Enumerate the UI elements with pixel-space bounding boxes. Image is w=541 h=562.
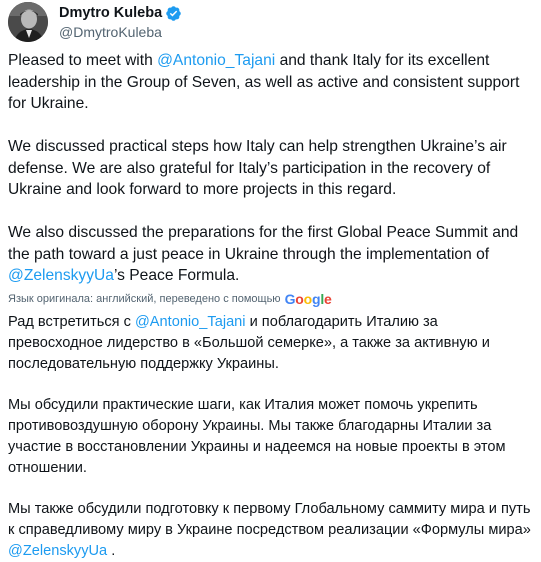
mention-link[interactable]: @Antonio_Tajani [135,314,246,330]
original-paragraph-2: We discussed practical steps how Italy c… [8,138,507,198]
name-row: Dmytro Kuleba [59,4,182,23]
text-segment: Рад встретиться с [8,314,135,330]
google-logo[interactable]: Google [285,291,332,307]
mention-link[interactable]: @ZelenskyyUa [8,267,114,284]
tweet: Dmytro Kuleba @DmytroKuleba Pleased to m… [0,0,541,559]
mention-link[interactable]: @ZelenskyyUa [8,543,107,559]
translated-paragraph-2: Мы обсудили практические шаги, как Итали… [8,397,506,476]
verified-badge-icon[interactable] [165,5,182,22]
author-names: Dmytro Kuleba @DmytroKuleba [59,4,182,41]
text-segment: . [107,542,116,559]
avatar[interactable] [8,2,48,42]
translated-paragraph-1: Рад встретиться с @Antonio_Tajani и побл… [8,312,533,374]
avatar-photo [8,2,48,42]
text-segment: We also discussed the preparations for t… [8,224,519,263]
text-segment: Pleased to meet with [8,52,158,69]
original-paragraph-3: We also discussed the preparations for t… [8,222,533,287]
display-name[interactable]: Dmytro Kuleba [59,5,162,21]
tweet-header: Dmytro Kuleba @DmytroKuleba [8,2,182,42]
translated-paragraph-3: Мы также обсудили подготовку к первому Г… [8,499,533,561]
text-segment: ’s Peace Formula. [113,267,240,284]
translation-note: Язык оригинала: английский, переведено с… [8,291,332,307]
text-segment: Мы также обсудили подготовку к первому Г… [8,501,531,538]
tweet-text-original: Pleased to meet with @Antonio_Tajani and… [8,50,533,287]
original-paragraph-1: Pleased to meet with @Antonio_Tajani and… [8,50,533,115]
translation-note-text: Язык оригинала: английский, переведено с… [8,293,281,305]
author-handle[interactable]: @DmytroKuleba [59,23,182,41]
tweet-text-translated: Рад встретиться с @Antonio_Tajani и побл… [8,312,533,562]
mention-link[interactable]: @Antonio_Tajani [157,52,275,69]
